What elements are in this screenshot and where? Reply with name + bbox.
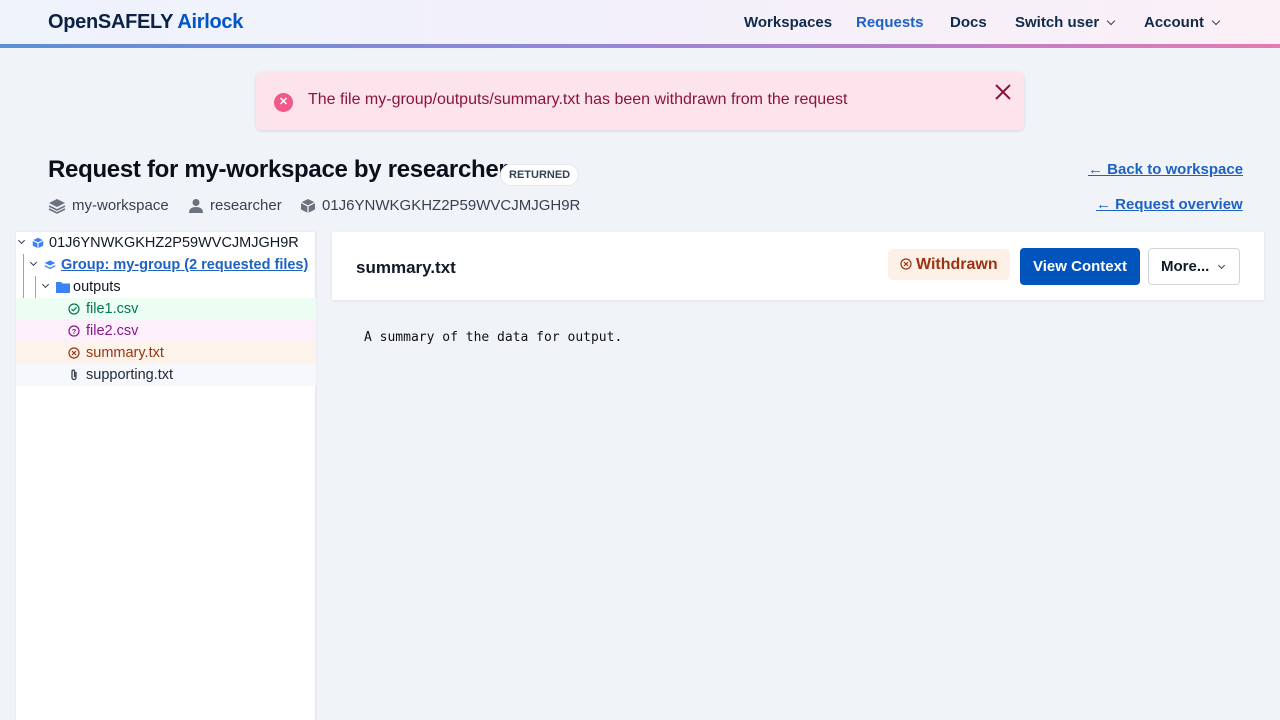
view-context-button[interactable]: View Context <box>1020 248 1140 285</box>
chevron-down-icon <box>1211 16 1221 26</box>
status-badge: RETURNED <box>500 164 580 186</box>
cube-icon <box>300 198 316 213</box>
tree-item-request[interactable]: 01J6YNWKGKHZ2P59WVCJMJGH9R <box>16 232 316 254</box>
meta-author: researcher <box>188 197 282 214</box>
check-circle-icon <box>68 303 80 315</box>
meta-request-id: 01J6YNWKGKHZ2P59WVCJMJGH9R <box>300 197 580 214</box>
paperclip-icon <box>71 369 77 381</box>
file-status-badge: Withdrawn <box>888 249 1010 280</box>
tree-file-file1[interactable]: file1.csv <box>16 298 316 320</box>
x-circle-icon <box>68 347 80 359</box>
nav-account[interactable]: Account <box>1144 14 1221 31</box>
error-circle-icon: ✕ <box>274 93 293 112</box>
chevron-down-icon <box>1218 261 1226 270</box>
x-circle-icon <box>900 258 912 270</box>
file-tree: 01J6YNWKGKHZ2P59WVCJMJGH9R Group: my-gro… <box>16 232 316 720</box>
header-gradient-bar <box>0 44 1280 48</box>
file-header-panel: summary.txt Withdrawn View Context More.… <box>332 232 1264 300</box>
tree-file-file2[interactable]: ? file2.csv <box>16 320 316 342</box>
layers-icon <box>44 260 56 270</box>
tree-file-supporting[interactable]: supporting.txt <box>16 364 316 386</box>
folder-icon <box>56 282 70 293</box>
nav-workspaces[interactable]: Workspaces <box>744 14 832 31</box>
close-alert-button[interactable] <box>992 80 1014 108</box>
nav-docs[interactable]: Docs <box>950 14 987 31</box>
tree-item-folder[interactable]: outputs <box>16 276 316 298</box>
chevron-down-icon <box>17 236 26 245</box>
meta-workspace: my-workspace <box>48 197 169 214</box>
svg-text:?: ? <box>72 327 77 336</box>
chevron-down-icon <box>1106 16 1116 26</box>
file-contents: A summary of the data for output. <box>364 330 623 345</box>
tree-item-group[interactable]: Group: my-group (2 requested files) <box>16 254 316 276</box>
chevron-down-icon <box>41 280 50 289</box>
nav-switch-user[interactable]: Switch user <box>1015 14 1116 31</box>
layers-icon <box>48 198 66 214</box>
close-icon <box>995 84 1011 100</box>
user-icon <box>189 198 203 213</box>
back-to-workspace-link[interactable]: ← Back to workspace <box>1088 161 1243 178</box>
tree-file-summary[interactable]: summary.txt <box>16 342 316 364</box>
brand-logo[interactable]: OpenSAFELY Airlock <box>48 11 243 34</box>
withdrawn-alert: ✕ The file my-group/outputs/summary.txt … <box>256 72 1024 130</box>
chevron-down-icon <box>29 258 38 267</box>
cube-icon <box>32 237 44 249</box>
file-name: summary.txt <box>356 258 456 277</box>
nav-requests[interactable]: Requests <box>856 14 924 31</box>
page-title: Request for my-workspace by researcher <box>48 156 508 183</box>
request-overview-link[interactable]: ← Request overview <box>1096 196 1243 213</box>
alert-message: The file my-group/outputs/summary.txt ha… <box>308 91 848 108</box>
more-actions-button[interactable]: More... <box>1148 248 1240 285</box>
top-navbar: OpenSAFELY Airlock Workspaces Requests D… <box>0 0 1280 48</box>
question-circle-icon: ? <box>68 325 80 337</box>
